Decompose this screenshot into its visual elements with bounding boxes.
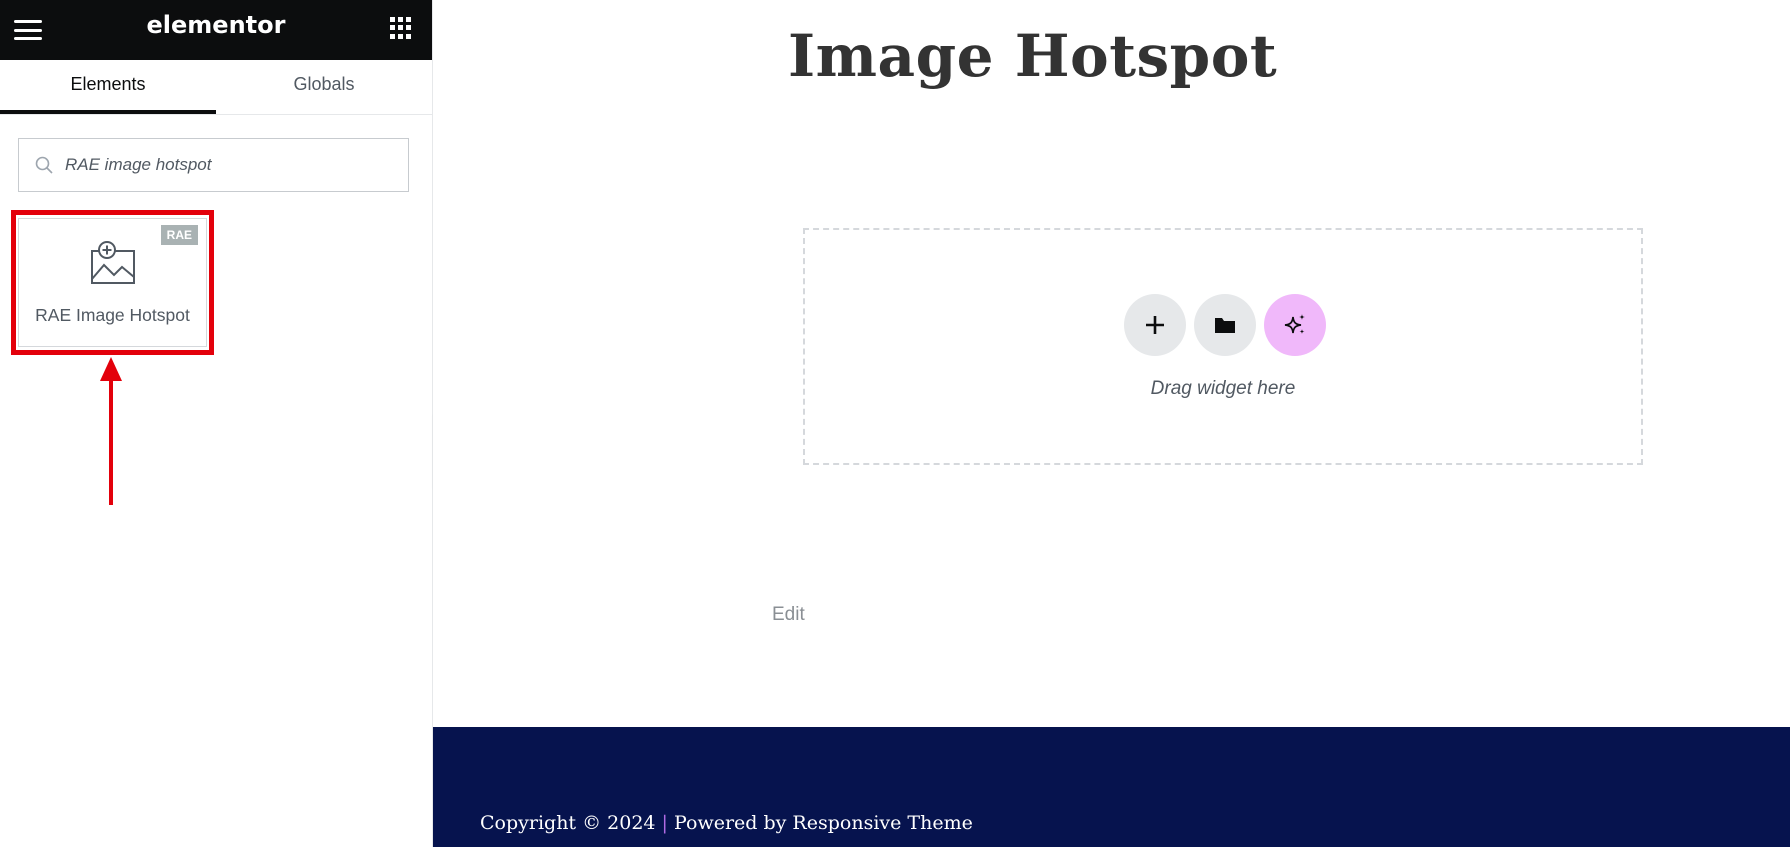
search-input[interactable] bbox=[65, 139, 395, 191]
app: elementor Elements Globals RAE image hot… bbox=[0, 0, 1790, 847]
pro-badge: RAE bbox=[160, 225, 198, 245]
powered-by-link[interactable]: Powered by Responsive Theme bbox=[674, 812, 973, 834]
folder-icon bbox=[1215, 318, 1235, 333]
page-title: Image Hotspot bbox=[788, 22, 1278, 90]
panel-tabs: Elements Globals bbox=[0, 60, 432, 115]
add-template-button[interactable] bbox=[1194, 294, 1256, 356]
tab-globals[interactable]: Globals bbox=[216, 60, 432, 114]
drop-zone-hint: Drag widget here bbox=[1150, 378, 1296, 399]
ai-generate-button[interactable] bbox=[1264, 294, 1326, 356]
widgets-grid-icon[interactable] bbox=[390, 17, 412, 39]
plus-icon bbox=[1146, 316, 1164, 334]
copyright-text: Copyright © 2024 bbox=[480, 812, 656, 834]
tab-elements[interactable]: Elements bbox=[0, 60, 216, 114]
widget-search bbox=[18, 138, 409, 192]
edit-link[interactable]: Edit bbox=[772, 604, 805, 626]
image-hotspot-icon bbox=[91, 241, 135, 284]
pointer-arrow-icon bbox=[100, 357, 122, 505]
footer-separator: | bbox=[661, 812, 668, 834]
preview-canvas: Image Hotspot Drag widget here Edit Copy… bbox=[433, 0, 1790, 847]
sparkles-icon bbox=[1284, 314, 1305, 334]
widget-rae-image-hotspot[interactable]: RAE RAE Image Hotspot bbox=[18, 218, 207, 347]
search-icon bbox=[35, 156, 53, 174]
add-section-button[interactable] bbox=[1124, 294, 1186, 356]
empty-section-drop-zone[interactable]: Drag widget here bbox=[803, 228, 1643, 465]
footer-credit: Copyright © 2024 | Powered by Responsive… bbox=[480, 812, 973, 834]
panel-header: elementor bbox=[0, 0, 432, 60]
elementor-logo: elementor bbox=[146, 11, 286, 39]
site-footer: Copyright © 2024 | Powered by Responsive… bbox=[433, 727, 1790, 847]
widget-label: RAE Image Hotspot bbox=[35, 305, 190, 325]
elementor-panel: elementor Elements Globals RAE image hot… bbox=[0, 0, 433, 847]
